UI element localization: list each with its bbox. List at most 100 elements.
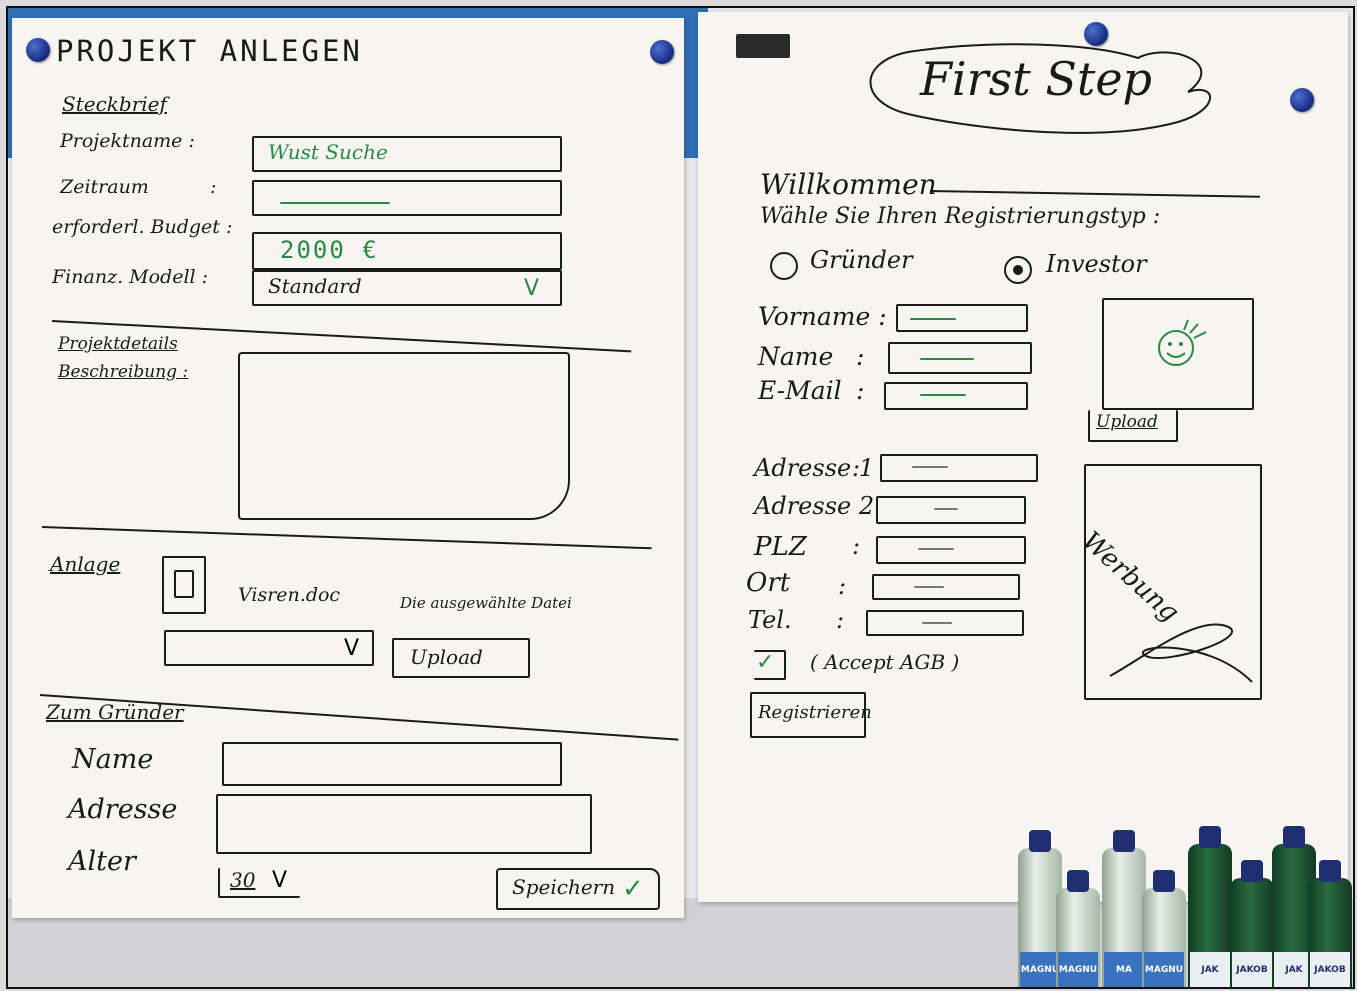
finanzmodell-select[interactable]: Standard V — [252, 270, 562, 306]
save-label: Speichern — [512, 875, 616, 899]
label-zeitraum: Zeitraum — [60, 176, 149, 198]
label-colon: : — [852, 454, 861, 482]
squiggle — [929, 190, 1260, 198]
radio-circle — [770, 252, 798, 280]
label-name: Name — [758, 342, 834, 371]
label-budget: erforderl. Budget : — [52, 216, 233, 238]
magnet — [736, 34, 790, 58]
registration-sketch: First Step Willkommen Wähle Sie Ihren Re… — [698, 12, 1348, 902]
register-label: Registrieren — [758, 702, 872, 723]
zeitraum-input[interactable] — [252, 180, 562, 216]
label-adresse2: Adresse 2 — [754, 492, 875, 520]
app-title: First Step — [920, 52, 1152, 106]
label-finanzmodell: Finanz. Modell : — [52, 266, 209, 288]
budget-value: 2000 € — [280, 236, 379, 264]
bottle: MAGNU — [1142, 870, 1186, 987]
checkbox-box: ✓ — [754, 650, 786, 680]
name-input[interactable] — [888, 342, 1032, 374]
gruender-adresse-input[interactable] — [216, 794, 592, 854]
registration-prompt: Wähle Sie Ihren Registrierungstyp : — [760, 204, 1161, 229]
label-adresse: Adresse — [68, 794, 178, 825]
label-zeitraum-colon: : — [210, 176, 217, 198]
budget-input[interactable]: 2000 € — [252, 232, 562, 270]
pin-icon — [1290, 88, 1314, 112]
check-icon: ✓ — [622, 874, 644, 904]
bottle: MAGNU — [1056, 870, 1100, 987]
upload-button[interactable]: Upload — [392, 638, 530, 678]
bottle: JAKOB — [1230, 860, 1274, 987]
placeholder-stroke — [914, 586, 944, 588]
radio-circle — [1004, 256, 1032, 284]
beschreibung-textarea[interactable] — [238, 352, 570, 520]
page-title: PROJEKT ANLEGEN — [56, 34, 363, 68]
welcome-text: Willkommen — [760, 168, 937, 201]
file-thumbnail[interactable] — [162, 556, 206, 614]
avatar-upload-label: Upload — [1096, 412, 1158, 432]
bottle: MA — [1102, 830, 1146, 987]
avatar-preview — [1102, 298, 1254, 410]
section-projektdetails: Projektdetails — [58, 334, 178, 354]
finanzmodell-value: Standard — [268, 274, 362, 298]
radio-label: Gründer — [810, 246, 913, 274]
file-status: Die ausgewählte Datei — [400, 594, 572, 612]
photo-frame: PROJEKT ANLEGEN Steckbrief Projektname :… — [6, 6, 1355, 989]
chevron-down-icon[interactable]: V — [344, 638, 359, 660]
upload-label: Upload — [410, 645, 483, 669]
alter-value: 30 — [230, 868, 256, 892]
save-button[interactable]: Speichern ✓ — [496, 868, 660, 910]
projektname-value: Wust Suche — [268, 140, 388, 164]
label-colon: : — [838, 572, 847, 600]
file-icon — [174, 570, 194, 598]
projektname-input[interactable]: Wust Suche — [252, 136, 562, 172]
ort-input[interactable] — [872, 574, 1020, 600]
file-name: Visren.doc — [238, 584, 341, 606]
bottle: JAKOB — [1308, 860, 1352, 987]
pin-icon — [26, 38, 50, 62]
label-tel: Tel. — [748, 606, 792, 634]
placeholder-stroke — [918, 548, 954, 550]
label-email: E-Mail — [758, 376, 842, 405]
bottle: JAK — [1188, 826, 1232, 987]
register-button[interactable]: Registrieren — [750, 692, 872, 738]
tel-input[interactable] — [866, 610, 1024, 636]
chevron-down-icon[interactable]: V — [524, 278, 539, 300]
pin-icon — [650, 40, 674, 64]
label-colon: : — [852, 532, 861, 560]
placeholder-stroke — [912, 466, 948, 468]
label-name: Name — [72, 744, 154, 775]
smiley-avatar-icon — [1158, 319, 1207, 366]
label-plz: PLZ — [754, 532, 807, 562]
placeholder-stroke — [922, 622, 952, 624]
email-input[interactable] — [884, 382, 1028, 410]
divider — [41, 526, 652, 550]
section-gruender: Zum Gründer — [46, 700, 184, 724]
gruender-name-input[interactable] — [222, 742, 562, 786]
label-vorname: Vorname : — [758, 302, 887, 331]
ad-scribble-icon — [1109, 623, 1253, 683]
section-steckbrief: Steckbrief — [62, 92, 167, 116]
werbung-ad-box: Werbung — [1076, 464, 1262, 700]
radio-dot — [1013, 265, 1023, 275]
agb-label: ( Accept AGB ) — [810, 650, 960, 674]
radio-label: Investor — [1046, 250, 1147, 278]
label-colon: : — [856, 376, 865, 405]
chevron-down-icon[interactable]: V — [272, 870, 287, 892]
label-colon: : — [836, 606, 845, 634]
avatar-upload-button[interactable]: Upload — [1088, 410, 1178, 442]
label-colon: : — [856, 342, 865, 371]
file-select[interactable]: V — [164, 630, 374, 666]
adresse1-input[interactable] — [880, 454, 1038, 482]
alter-select[interactable]: 30 V — [218, 868, 300, 898]
section-anlage: Anlage — [50, 552, 121, 576]
project-create-sketch: PROJEKT ANLEGEN Steckbrief Projektname :… — [12, 18, 684, 918]
placeholder-stroke — [920, 358, 974, 360]
adresse2-input[interactable] — [876, 496, 1026, 524]
label-projektname: Projektname : — [60, 130, 195, 152]
plz-input[interactable] — [876, 536, 1026, 564]
label-ort: Ort — [746, 568, 791, 598]
check-icon: ✓ — [756, 650, 775, 675]
placeholder-stroke — [934, 508, 958, 510]
vorname-input[interactable] — [896, 304, 1028, 332]
placeholder-stroke — [920, 394, 966, 396]
placeholder-stroke — [280, 202, 390, 204]
